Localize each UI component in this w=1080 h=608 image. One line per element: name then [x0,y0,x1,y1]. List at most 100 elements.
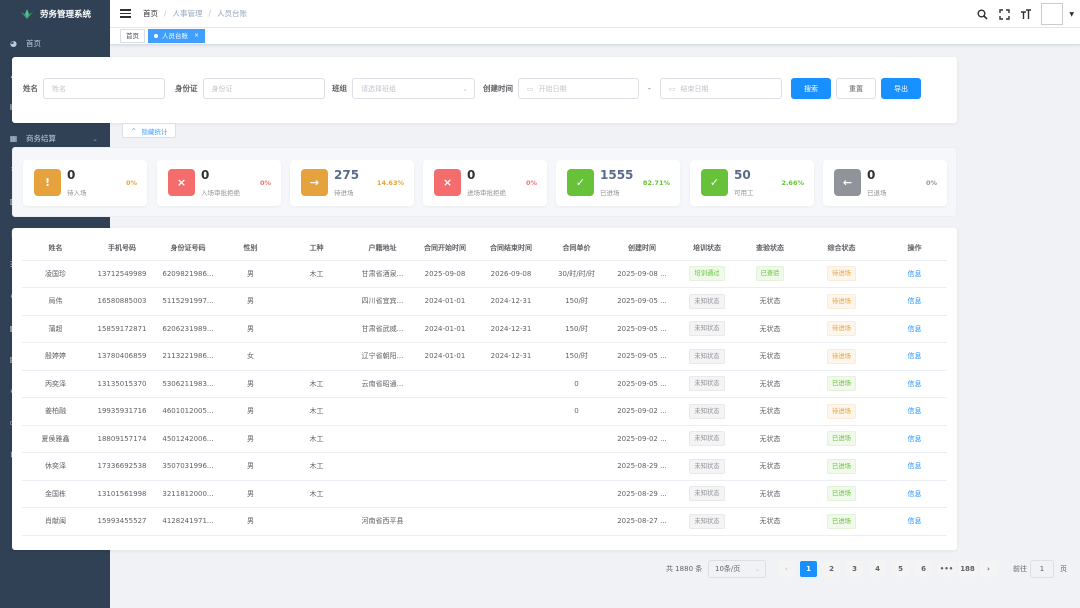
close-icon[interactable]: × [194,30,199,42]
page-button[interactable]: 6 [915,561,932,577]
cell-text: 13135015370 [97,379,147,388]
table-row[interactable]: 局伟 16580885003 5115291997... 男 四川省宜宾... 2024-… [22,287,947,316]
table-cell: 13135015370 [89,370,155,398]
search-button[interactable]: 搜索 [791,78,831,99]
table-row[interactable]: 肖献闽 15993455527 4128241971... 男 河南省西平县 2025-0… [22,507,947,536]
fullscreen-icon[interactable] [996,6,1012,22]
cell-text: 木工 [309,462,324,471]
stat-card[interactable]: ✓ 50 可用工 2.66% [690,160,814,206]
table-row[interactable]: 丙奕泽 13135015370 5306211983... 男 木工 云南省昭通... 0 2… [22,370,947,398]
info-link[interactable]: 信息 [908,270,922,278]
name-input[interactable]: 姓名 [43,78,165,99]
status-badge: 已进场 [827,431,856,447]
end-date-placeholder: 结束日期 [680,84,709,93]
team-select[interactable]: 请选择班组 ⌄ [352,78,475,99]
page-button[interactable]: 5 [892,561,909,577]
cell-text: 无状态 [759,517,781,526]
page-button[interactable]: 1 [800,561,817,577]
prev-page-button[interactable]: ‹ [778,561,795,577]
table-row[interactable]: 姜柏融 19935931716 4601012005... 男 木工 0 2025-09-0… [22,397,947,426]
sidebar-item[interactable]: ◕ 首页 [0,28,110,60]
logo-icon [20,8,34,20]
table-row[interactable]: 凌国珍 13712549989 6209821986... 男 木工 甘肃省酒泉... 20… [22,260,947,288]
page-button[interactable]: 3 [846,561,863,577]
page-button[interactable]: 188 [958,561,977,577]
status-badge: 未知状态 [689,376,725,392]
cell-text: 殷婷婷 [45,352,66,361]
stat-percent: 14.63% [376,179,404,187]
cell-text: 无状态 [759,379,781,388]
stat-percent: 2.66% [781,179,804,187]
page-button[interactable]: 4 [869,561,886,577]
search-icon[interactable] [974,6,990,22]
info-link[interactable]: 信息 [908,380,922,388]
toggle-stats-button[interactable]: ^ 隐藏统计 [122,123,177,138]
stat-card[interactable]: × 0 入场审批拒绝 0% [157,160,281,206]
stat-label: 入场审批拒绝 [201,189,240,197]
breadcrumb-home[interactable]: 首页 [143,8,158,19]
id-input[interactable]: 身份证 [202,78,325,99]
app-logo[interactable]: 劳务管理系统 [0,0,110,28]
info-link[interactable]: 信息 [908,462,922,470]
info-link[interactable]: 信息 [908,517,922,525]
table-cell: 已进场 [801,425,882,453]
hamburger-icon[interactable] [120,9,131,18]
table-cell: 云南省昭通... [353,370,412,398]
cell-text: 辽宁省朝阳... [361,352,404,361]
stat-card[interactable]: × 0 进场审批拒绝 0% [423,160,547,206]
info-link[interactable]: 信息 [908,407,922,415]
stat-label: 进场审批拒绝 [467,189,506,197]
tags-view: 首页 人员台账 × [110,28,1080,45]
tag-current[interactable]: 人员台账 × [148,29,206,43]
table-header: 姓名 手机号码 身份证号码 性别 工种 户籍地址 合同开始时间 合同结束时间 合同单价 创建时间培… [22,236,947,261]
next-page-button[interactable]: › [980,561,997,577]
page-button[interactable]: 2 [823,561,840,577]
stat-card[interactable]: ! 0 待入场 0% [23,160,147,206]
reset-button[interactable]: 重置 [836,78,876,99]
stat-card[interactable]: ✓ 1555 已进场 82.71% [556,160,680,206]
table-cell: 150/时 [544,342,609,371]
end-date-input[interactable]: ▭ 结束日期 [659,78,782,99]
table-cell: 木工 [280,480,353,508]
more-pages-button[interactable]: ••• [938,561,955,577]
column-header: 合同结束时间 [478,236,544,261]
goto-page-input[interactable]: 1 [1030,560,1054,578]
export-button[interactable]: 导出 [881,78,921,99]
table-cell: 男 [221,425,280,453]
table-cell: 已进场 [801,452,882,481]
table-cell: 无状态 [739,342,801,371]
table-cell: 2025-09-08 [412,260,478,288]
info-link[interactable]: 信息 [908,325,922,333]
stat-card[interactable]: ← 0 已退场 0% [823,160,947,206]
column-header: 户籍地址 [353,236,412,261]
status-badge: 待进场 [827,266,856,282]
table-cell: 丙奕泽 [22,370,89,398]
avatar[interactable] [1041,3,1064,25]
cell-text: 2025-09-02 ... [617,434,667,443]
cell-text: 19935931716 [97,407,147,416]
table-row[interactable]: 金国栋 13101561998 3211812000... 男 木工 2025-08-29… [22,480,947,508]
cell-text: 5306211983... [162,379,214,388]
cell-text: 6209821986... [162,269,214,278]
table-cell: 未知状态 [675,425,739,453]
table-row[interactable]: 殷婷婷 13780406859 2113221986... 女 辽宁省朝阳... 2024… [22,342,947,371]
info-link[interactable]: 信息 [908,297,922,305]
info-link[interactable]: 信息 [908,352,922,360]
caret-down-icon[interactable]: ▼ [1069,11,1074,18]
page-size-select[interactable]: 10条/页 ⌄ [708,560,766,578]
info-link[interactable]: 信息 [908,490,922,498]
cell-text: 2025-09-05 ... [617,297,667,306]
table-row[interactable]: 休奕泽 17336692538 3507031996... 男 木工 2025-08-29… [22,452,947,481]
table-row[interactable]: 夏侯雅鑫 18809157174 4501242006... 男 木工 2025-09-0… [22,425,947,453]
start-date-input[interactable]: ▭ 开始日期 [518,78,639,99]
table-row[interactable]: 蒲超 15859172871 6206231989... 男 甘肃省武威... 2024-… [22,315,947,343]
tag-home[interactable]: 首页 [120,29,145,43]
stat-card[interactable]: → 275 待进场 14.63% [290,160,414,206]
cell-text: 男 [247,434,254,443]
table-cell [353,397,412,426]
cell-text: 150/时 [565,297,588,306]
stat-value: 275 [334,168,360,182]
font-size-icon[interactable] [1018,6,1034,22]
status-badge: 待进场 [827,293,856,309]
info-link[interactable]: 信息 [908,435,922,443]
